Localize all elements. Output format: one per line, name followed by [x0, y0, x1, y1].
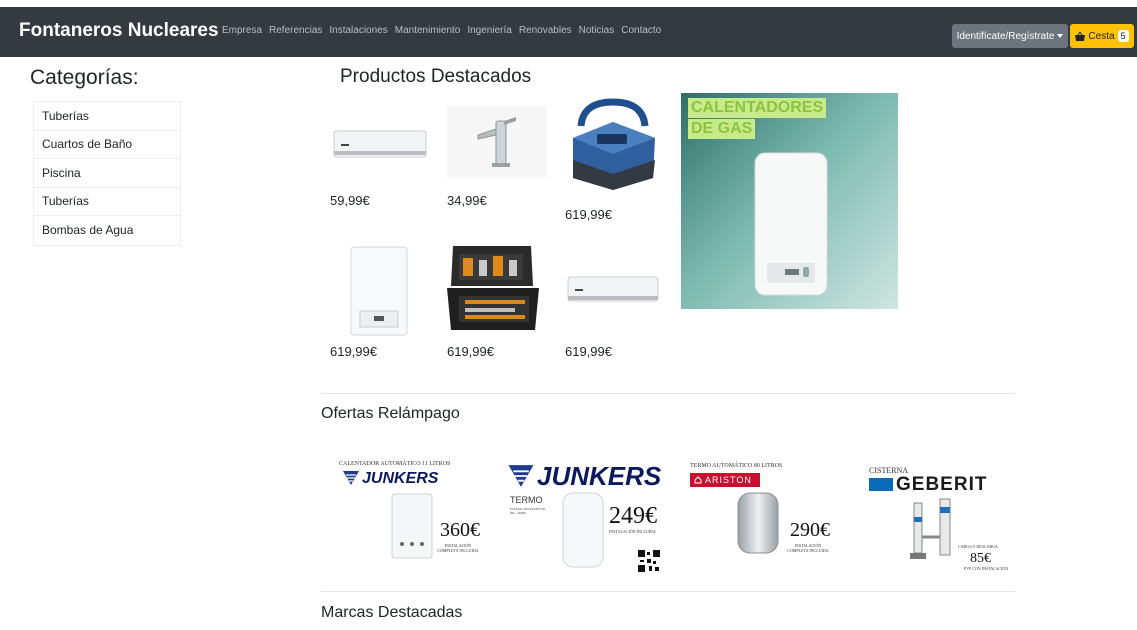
nav-link-contacto[interactable]: Contacto	[621, 25, 661, 36]
offer-2-brand: JUNKERS	[537, 461, 662, 491]
category-item-bombas-de-agua[interactable]: Bombas de Agua	[34, 216, 180, 245]
ariston-house-icon	[694, 476, 702, 484]
offer-3-brand: ARISTON	[705, 475, 752, 485]
nav-link-ingenieria[interactable]: Ingeniería	[467, 25, 511, 36]
category-item-cuartos-de-bano[interactable]: Cuartos de Baño	[34, 131, 180, 159]
boiler-icon	[350, 246, 408, 335]
brand-logo[interactable]: Fontaneros Nucleares	[19, 20, 219, 42]
cart-count-badge: 5	[1117, 30, 1129, 42]
offer-3-top-text: TERMO AUTOMÁTICO 80 LITROS	[690, 463, 783, 469]
toolbox-icon	[447, 245, 539, 330]
category-item-piscina[interactable]: Piscina	[34, 159, 180, 188]
offer-3-note: INSTALACIÓN COMPLETA INCLUIDA	[787, 543, 829, 553]
cart-label: Cesta	[1088, 30, 1115, 42]
login-label: Identifícate/Regístrate	[956, 30, 1055, 42]
cistern-valve-icon	[910, 498, 951, 559]
offer-4-brand: GEBERIT	[896, 474, 988, 495]
cart-button[interactable]: Cesta 5	[1070, 24, 1134, 48]
nav-link-empresa[interactable]: Empresa	[222, 25, 262, 36]
featured-products-title: Productos Destacados	[340, 66, 532, 87]
product-card-pool-robot[interactable]	[565, 96, 661, 196]
nav-link-instalaciones[interactable]: Instalaciones	[329, 25, 387, 36]
product-card-faucet[interactable]	[447, 106, 547, 178]
offer-3-price: 290€	[790, 519, 830, 541]
junkers-logo-icon	[343, 471, 359, 485]
ariston-logo: ARISTON	[690, 473, 760, 487]
promo-line-2: DE GAS	[688, 119, 756, 139]
featured-brands-title: Marcas Destacadas	[321, 604, 463, 621]
gas-heaters-promo-banner[interactable]: CALENTADORES DE GAS	[681, 93, 898, 309]
product-price-2: 34,99€	[447, 193, 487, 208]
offer-4-sub: CARGA Y DESCARGA	[958, 544, 998, 549]
categories-list: Tuberías Cuartos de Baño Piscina Tubería…	[33, 101, 181, 246]
nav-link-referencias[interactable]: Referencias	[269, 25, 322, 36]
product-card-boiler[interactable]	[345, 243, 413, 338]
caret-down-icon	[1057, 34, 1064, 38]
category-item-tuberias[interactable]: Tuberías	[34, 102, 180, 131]
section-divider	[321, 393, 1015, 394]
offer-1-top-text: CALENTADOR AUTOMÁTICO 11 LITROS	[339, 461, 451, 467]
nav-link-renovables[interactable]: Renovables	[519, 25, 572, 36]
offer-2-sub2: ELACELL EXCELLENT 50 50L - 1500W	[510, 507, 545, 515]
basket-icon	[1075, 31, 1086, 41]
water-heater-icon	[391, 493, 433, 559]
pool-robot-icon	[573, 98, 655, 190]
offer-2-note: INSTALACIÓN INCLUIDA	[609, 529, 656, 534]
air-conditioner-icon	[567, 276, 659, 302]
nav-link-mantenimiento[interactable]: Mantenimiento	[395, 25, 461, 36]
product-price-6: 619,99€	[565, 344, 612, 359]
section-divider-2	[321, 591, 1015, 592]
product-price-4: 619,99€	[330, 344, 377, 359]
offer-card-ariston-termo[interactable]: TERMO AUTOMÁTICO 80 LITROS ARISTON 290€ …	[688, 455, 830, 585]
product-price-1: 59,99€	[330, 193, 370, 208]
junkers-logo-icon	[508, 465, 534, 487]
product-price-5: 619,99€	[447, 344, 494, 359]
flash-offers-title: Ofertas Relámpago	[321, 405, 460, 422]
offer-2-sub: TERMO	[510, 495, 543, 505]
offer-card-junkers-termo[interactable]: JUNKERS TERMO ELACELL EXCELLENT 50 50L -…	[505, 455, 665, 585]
offer-4-note: PVP CON INSTALACIÓN	[964, 566, 1009, 571]
offer-2-price: 249€	[609, 503, 657, 529]
geberit-logo-bar	[869, 478, 893, 491]
offer-1-note: INSTALACIÓN COMPLETA INCLUIDA	[437, 543, 479, 553]
product-card-air-conditioner[interactable]	[330, 110, 430, 180]
faucet-icon	[477, 117, 516, 167]
electric-water-heater-icon	[737, 492, 779, 554]
promo-line-1: CALENTADORES	[688, 98, 827, 118]
electric-water-heater-icon	[562, 492, 604, 568]
offer-card-geberit-cistern[interactable]: CISTERNA GEBERIT CARGA Y DESCARGA 85€ PV…	[866, 455, 1011, 585]
login-dropdown-button[interactable]: Identifícate/Regístrate	[952, 24, 1068, 48]
air-conditioner-icon	[333, 130, 427, 158]
offer-4-price: 85€	[970, 551, 991, 566]
offer-1-brand: JUNKERS	[362, 470, 439, 487]
offer-card-junkers-heater[interactable]: CALENTADOR AUTOMÁTICO 11 LITROS JUNKERS …	[336, 455, 486, 585]
gas-boiler-icon	[754, 152, 828, 296]
product-card-air-conditioner-2[interactable]	[565, 270, 661, 310]
category-item-tuberias-2[interactable]: Tuberías	[34, 188, 180, 216]
nav-link-noticias[interactable]: Noticias	[579, 25, 615, 36]
product-card-toolbox[interactable]	[440, 240, 546, 335]
offer-1-price: 360€	[440, 519, 480, 541]
product-price-3: 619,99€	[565, 207, 612, 222]
top-navbar: Fontaneros Nucleares Empresa Referencias…	[0, 7, 1137, 57]
categories-title: Categorías:	[30, 66, 139, 89]
qr-code-icon	[637, 549, 661, 573]
main-nav: Empresa Referencias Instalaciones Manten…	[222, 25, 661, 36]
